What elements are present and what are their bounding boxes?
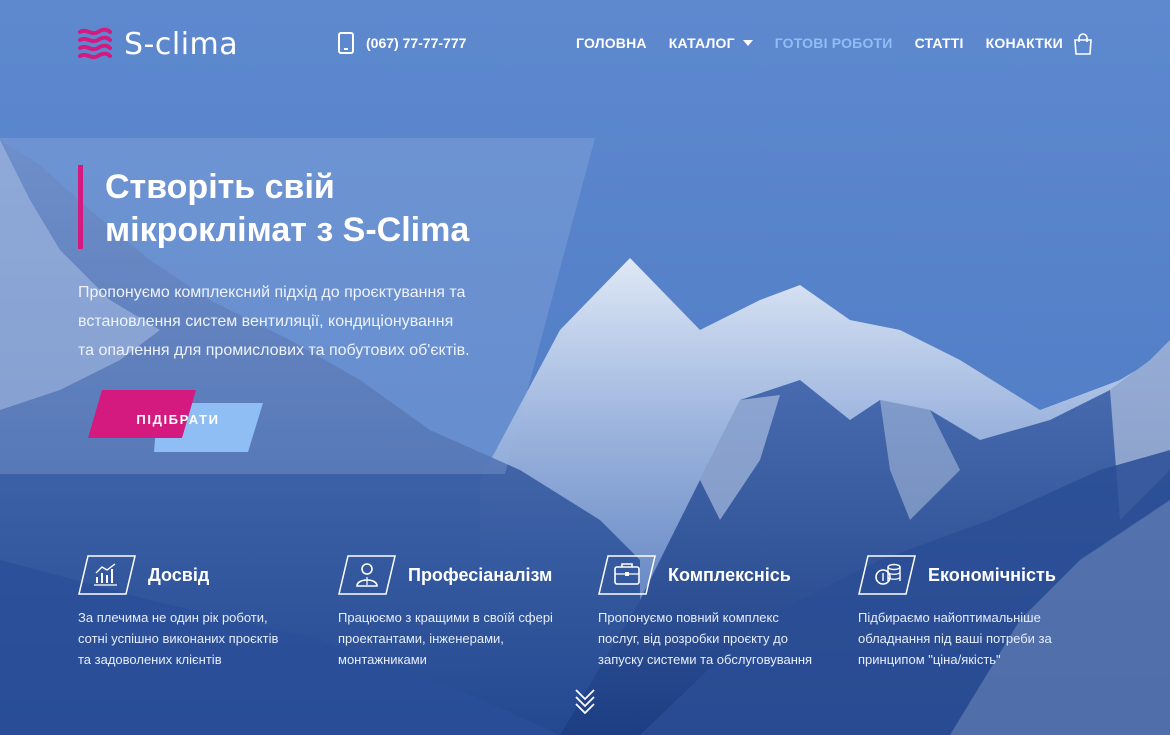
main-nav: ГОЛОВНА КАТАЛОГ ГОТОВІ РОБОТИ СТАТТІ КОН…: [576, 35, 1063, 51]
feature-experience: Досвід За плечима не один рік роботи, со…: [78, 555, 318, 670]
hero-title-line-1: Створіть свій: [105, 168, 335, 206]
feature-professionalism: Професіаналізм Працюємо з кращими в свої…: [338, 555, 578, 670]
person-icon: [338, 555, 396, 595]
feature-text: Працюємо з кращими в своїй сфері проекта…: [338, 607, 578, 670]
phone-number[interactable]: (067) 77-77-777: [366, 35, 466, 51]
feature-text-line: послуг, від розробки проєкту до: [598, 631, 788, 646]
title-accent-bar: [78, 165, 83, 249]
feature-title: Професіаналізм: [408, 564, 553, 585]
shopping-bag-icon[interactable]: [1072, 33, 1094, 55]
nav-item-home[interactable]: ГОЛОВНА: [576, 35, 647, 51]
feature-title: Економічність: [928, 564, 1056, 585]
feature-text-line: Пропонуємо повний комплекс: [598, 610, 779, 625]
nav-item-articles[interactable]: СТАТТІ: [915, 35, 964, 51]
chart-icon: [78, 555, 136, 595]
feature-text-line: обладнання під ваші потреби за: [858, 631, 1052, 646]
feature-complexity: Комплекснісь Пропонуємо повний комплекс …: [598, 555, 838, 670]
feature-text-line: проектантами, інженерами,: [338, 631, 504, 646]
feature-text-line: та задоволених клієнтів: [78, 652, 222, 667]
briefcase-icon: [598, 555, 656, 595]
feature-text: Пропонуємо повний комплекс послуг, від р…: [598, 607, 838, 670]
feature-title: Комплекснісь: [668, 564, 791, 585]
hero-title-line-2: мікроклімат з S-Clima: [105, 211, 470, 249]
nav-item-ready-works[interactable]: ГОТОВІ РОБОТИ: [775, 35, 893, 51]
scroll-down-icon[interactable]: [574, 688, 596, 714]
feature-text: За плечима не один рік роботи, сотні усп…: [78, 607, 318, 670]
hero-description-line-3: та опалення для промислових та побутових…: [78, 342, 470, 359]
feature-text-line: монтажниками: [338, 652, 427, 667]
nav-item-catalog-label: КАТАЛОГ: [668, 35, 735, 51]
logo-text: S-clima: [124, 26, 239, 62]
feature-text-line: Працюємо з кращими в своїй сфері: [338, 610, 553, 625]
hero-description-line-1: Пропонуємо комплексний підхід до проєкту…: [78, 284, 466, 301]
phone-icon: [338, 32, 354, 54]
feature-text-line: сотні успішно виконаних проєктів: [78, 631, 279, 646]
feature-text-line: За плечима не один рік роботи,: [78, 610, 268, 625]
feature-text-line: запуску системи та обслуговування: [598, 652, 813, 667]
nav-item-catalog[interactable]: КАТАЛОГ: [669, 35, 753, 51]
pick-button[interactable]: ПІДІБРАТИ: [88, 390, 268, 452]
hero-description: Пропонуємо комплексний підхід до проєкту…: [78, 278, 548, 365]
phone-contact[interactable]: (067) 77-77-777: [338, 32, 466, 54]
pick-button-label: ПІДІБРАТИ: [136, 412, 220, 427]
hero-description-line-2: встановлення систем вентиляції, кондиціо…: [78, 313, 454, 330]
chevron-down-icon: [742, 40, 753, 46]
logo-waves-icon: [78, 27, 112, 60]
feature-text-line: Підбираємо найоптимальніше: [858, 610, 1041, 625]
hero-title: Створіть свій мікроклімат з S-Clima: [105, 166, 565, 252]
logo[interactable]: S-clima: [78, 24, 238, 64]
feature-text: Підбираємо найоптимальніше обладнання пі…: [858, 607, 1098, 670]
feature-title: Досвід: [148, 564, 210, 585]
coins-icon: [858, 555, 916, 595]
feature-text-line: принципом "ціна/якість": [858, 652, 1001, 667]
feature-economy: Економічність Підбираємо найоптимальніше…: [858, 555, 1098, 670]
nav-item-contacts[interactable]: КОНАКТКИ: [986, 35, 1063, 51]
